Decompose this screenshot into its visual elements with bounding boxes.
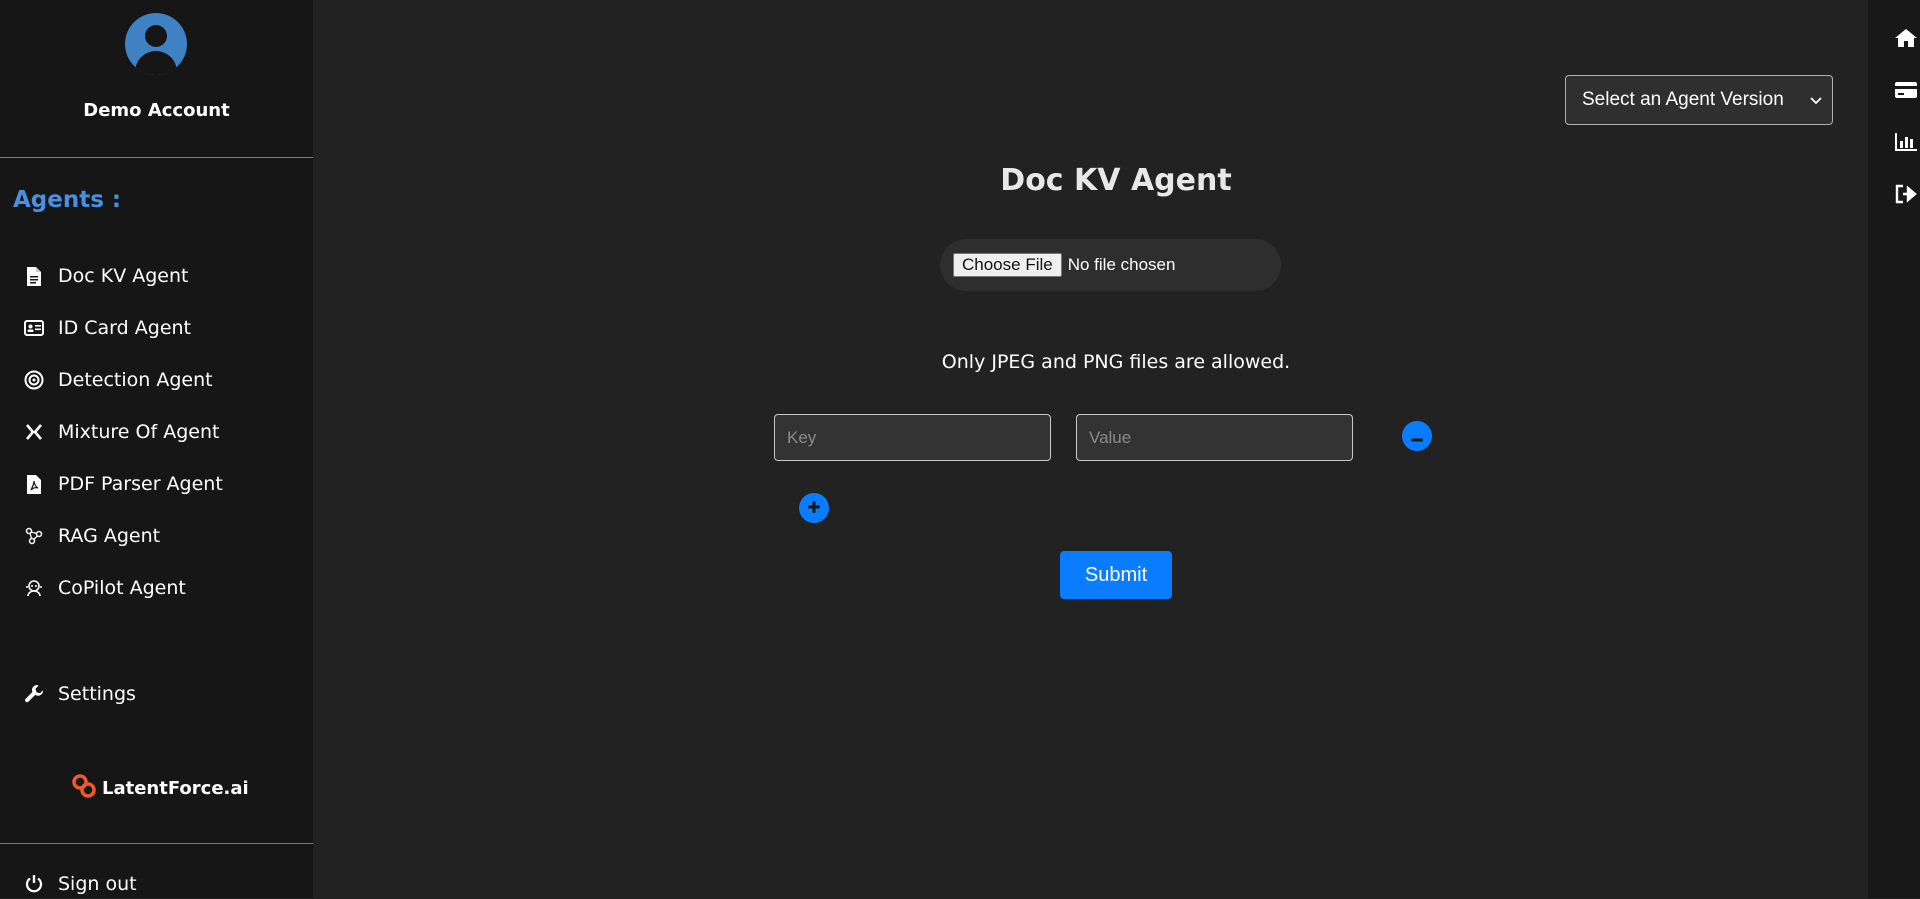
key-input[interactable] — [774, 414, 1051, 461]
sidebar-item-rag-agent[interactable]: RAG Agent — [24, 521, 160, 551]
submit-button[interactable]: Submit — [1060, 551, 1172, 599]
robot-icon — [24, 578, 44, 598]
sidebar-item-label: RAG Agent — [58, 525, 161, 547]
credit-card-icon[interactable] — [1894, 77, 1920, 103]
plus-icon — [807, 499, 821, 518]
minus-icon — [1410, 427, 1424, 446]
avatar-icon — [125, 13, 187, 75]
sidebar-item-id-card-agent[interactable]: ID Card Agent — [24, 313, 191, 343]
logout-icon[interactable] — [1894, 181, 1920, 207]
agent-version-select[interactable]: Select an Agent Version — [1565, 75, 1833, 125]
sidebar-item-pdf-parser-agent[interactable]: PDF Parser Agent — [24, 469, 223, 499]
divider — [0, 843, 313, 844]
sidebar-item-copilot-agent[interactable]: CoPilot Agent — [24, 573, 186, 603]
logo-mark-icon — [72, 774, 96, 803]
file-status: No file chosen — [1067, 255, 1176, 274]
id-card-icon — [24, 318, 44, 338]
sidebar-item-label: ID Card Agent — [58, 317, 191, 339]
sidebar-item-label: CoPilot Agent — [58, 577, 186, 599]
sign-out-link[interactable]: Sign out — [24, 869, 137, 899]
agents-heading: Agents : — [13, 187, 122, 213]
agent-version-select-value: Select an Agent Version — [1582, 89, 1784, 110]
home-icon[interactable] — [1894, 25, 1920, 51]
sidebar-item-detection-agent[interactable]: Detection Agent — [24, 365, 213, 395]
remove-pair-button[interactable] — [1402, 421, 1432, 451]
cross-arrows-icon — [24, 422, 44, 442]
bar-chart-icon[interactable] — [1894, 129, 1920, 155]
logo-text: LatentForce.ai — [102, 778, 249, 799]
network-nodes-icon — [24, 526, 44, 546]
sign-out-label: Sign out — [58, 873, 137, 895]
file-upload: Choose File No file chosen — [940, 239, 1281, 291]
wrench-icon — [24, 684, 44, 704]
choose-file-button[interactable]: Choose File — [953, 253, 1062, 277]
sidebar: Demo Account Agents : Doc KV Agent ID Ca… — [0, 0, 313, 898]
settings-link[interactable]: Settings — [24, 679, 136, 709]
sidebar-item-doc-kv-agent[interactable]: Doc KV Agent — [24, 261, 188, 291]
add-pair-button[interactable] — [799, 493, 829, 523]
sidebar-item-label: PDF Parser Agent — [58, 473, 223, 495]
pdf-file-icon — [24, 474, 44, 494]
brand-logo: LatentForce.ai — [72, 774, 249, 803]
sidebar-item-label: Mixture Of Agent — [58, 421, 220, 443]
value-input[interactable] — [1076, 414, 1353, 461]
power-icon — [24, 874, 44, 894]
sidebar-item-mixture-of-agent[interactable]: Mixture Of Agent — [24, 417, 219, 447]
profile-section: Demo Account — [0, 0, 313, 158]
document-icon — [24, 266, 44, 286]
sidebar-item-label: Doc KV Agent — [58, 265, 189, 287]
account-name: Demo Account — [83, 100, 230, 121]
file-type-note: Only JPEG and PNG files are allowed. — [941, 351, 1291, 373]
chevron-down-icon — [1810, 89, 1822, 111]
sidebar-item-label: Detection Agent — [58, 369, 213, 391]
settings-label: Settings — [58, 683, 136, 705]
page-title: Doc KV Agent — [1000, 163, 1232, 198]
target-icon — [24, 370, 44, 390]
right-toolbar — [1868, 0, 1920, 898]
